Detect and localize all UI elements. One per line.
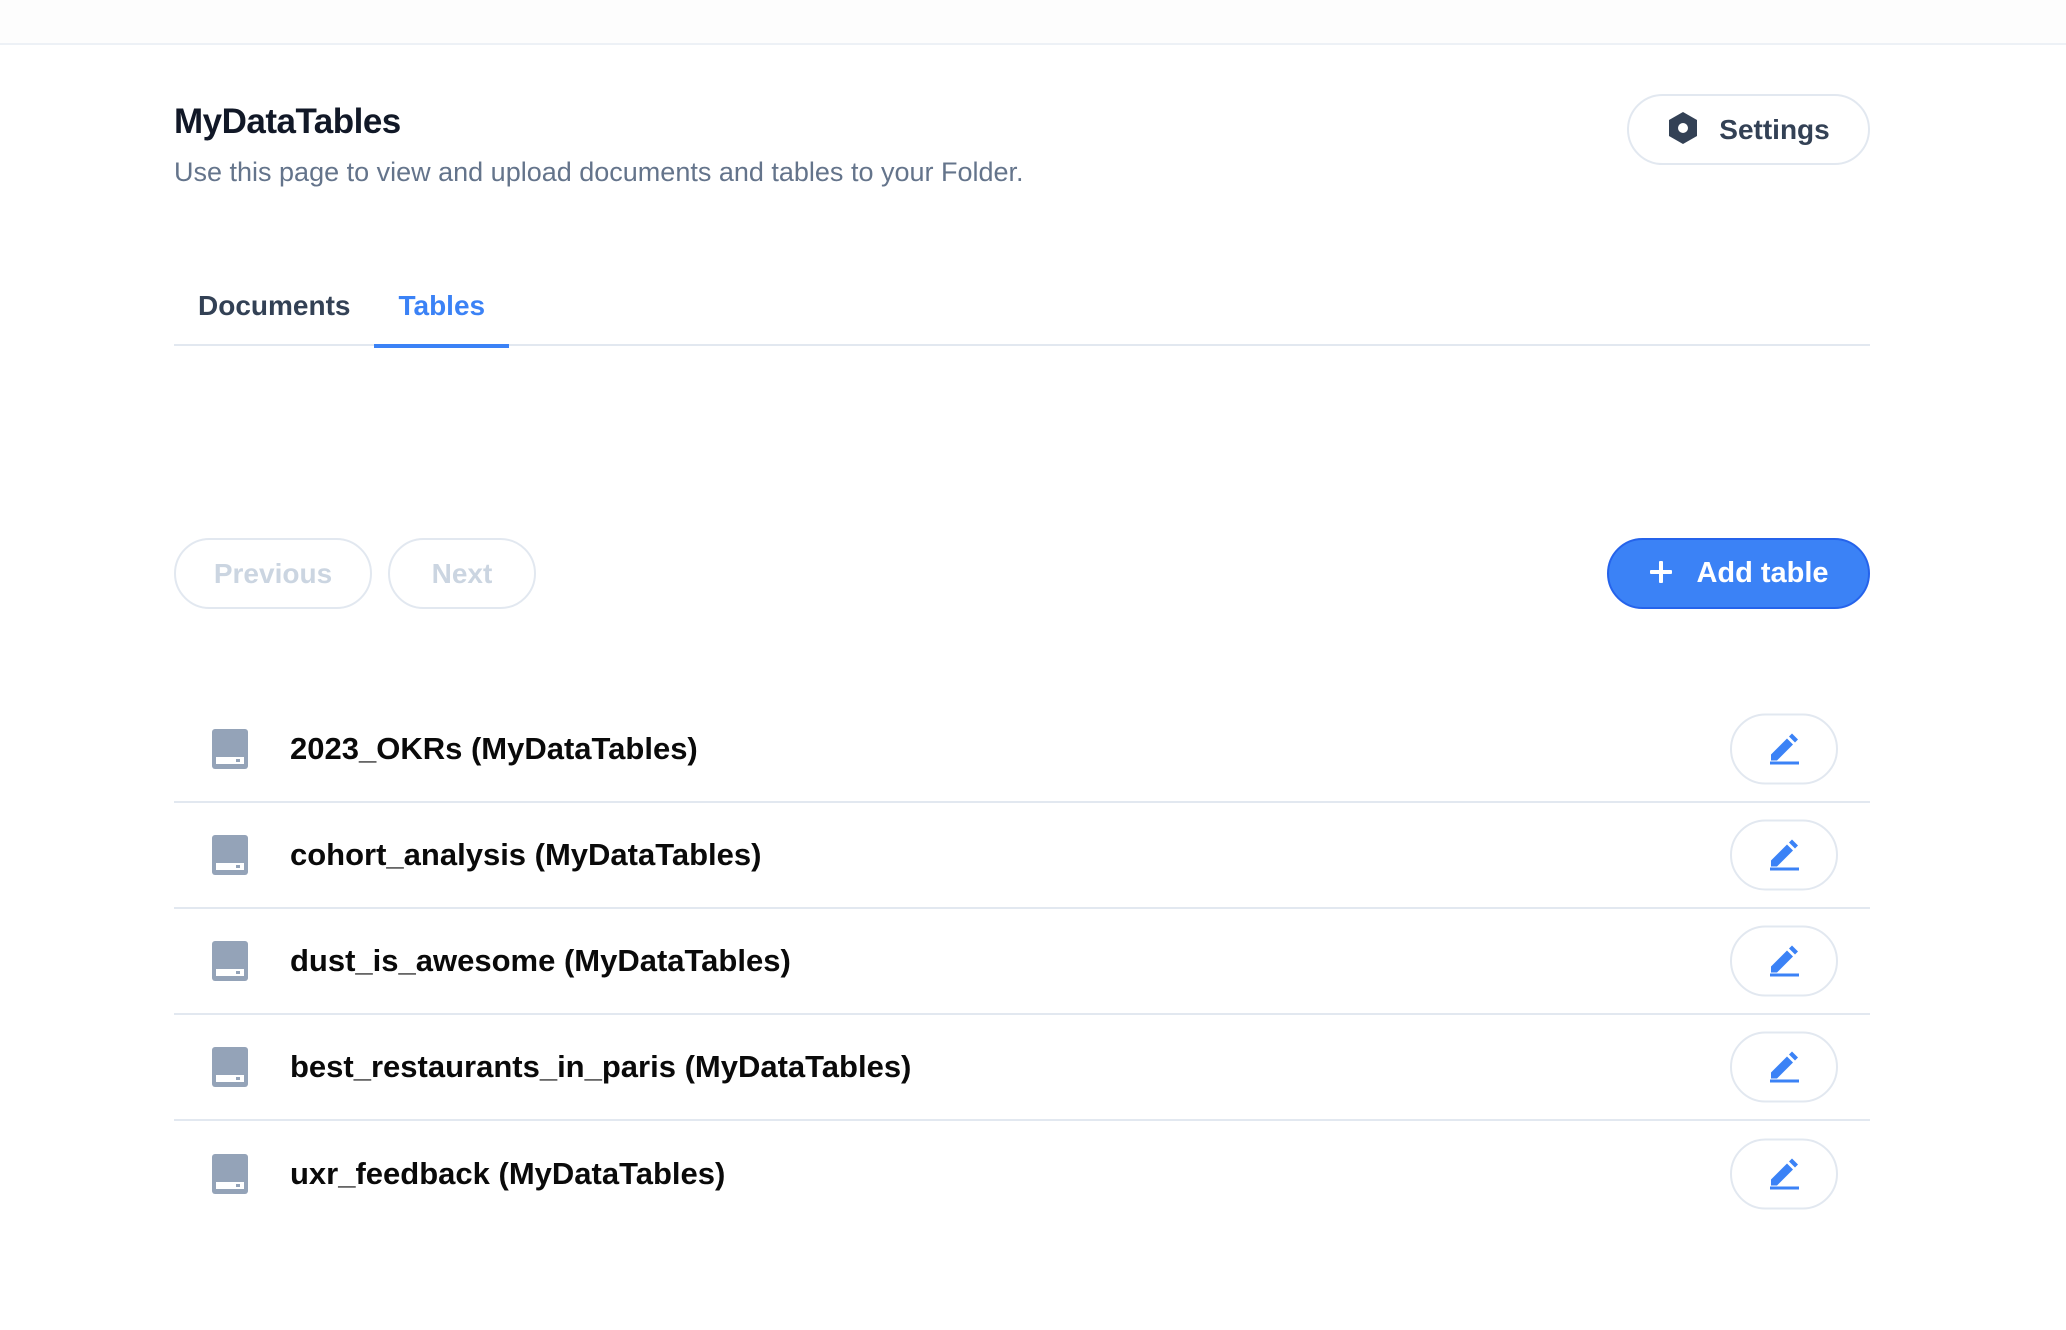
- pencil-icon: [1767, 731, 1801, 768]
- pencil-icon: [1767, 1156, 1801, 1193]
- add-table-button[interactable]: Add table: [1607, 538, 1870, 609]
- previous-button[interactable]: Previous: [174, 538, 372, 609]
- tab-documents[interactable]: Documents: [174, 266, 374, 346]
- next-button[interactable]: Next: [388, 538, 536, 609]
- pencil-icon: [1767, 943, 1801, 980]
- table-row[interactable]: best_restaurants_in_paris (MyDataTables): [174, 1015, 1870, 1121]
- table-name[interactable]: uxr_feedback (MyDataTables): [290, 1156, 725, 1192]
- table-drive-icon: [212, 729, 248, 769]
- edit-table-button[interactable]: [1730, 925, 1838, 997]
- tables-list: 2023_OKRs (MyDataTables) cohort_analysis…: [174, 697, 1870, 1227]
- table-drive-icon: [212, 1154, 248, 1194]
- table-name[interactable]: 2023_OKRs (MyDataTables): [290, 731, 698, 767]
- tab-bar: Documents Tables: [174, 266, 1870, 348]
- settings-label: Settings: [1719, 113, 1830, 145]
- table-drive-icon: [212, 1047, 248, 1087]
- settings-button[interactable]: Settings: [1627, 94, 1870, 165]
- table-row[interactable]: uxr_feedback (MyDataTables): [174, 1121, 1870, 1227]
- table-row[interactable]: dust_is_awesome (MyDataTables): [174, 909, 1870, 1015]
- table-row[interactable]: cohort_analysis (MyDataTables): [174, 803, 1870, 909]
- edit-table-button[interactable]: [1730, 713, 1838, 785]
- table-name[interactable]: best_restaurants_in_paris (MyDataTables): [290, 1049, 911, 1085]
- page-header: MyDataTables Use this page to view and u…: [174, 96, 1174, 192]
- table-drive-icon: [212, 941, 248, 981]
- hexagon-nut-icon: [1667, 111, 1699, 148]
- edit-table-button[interactable]: [1730, 819, 1838, 891]
- edit-table-button[interactable]: [1730, 1031, 1838, 1103]
- plus-icon: [1648, 559, 1674, 588]
- table-drive-icon: [212, 835, 248, 875]
- pencil-icon: [1767, 837, 1801, 874]
- page-subtitle: Use this page to view and upload documen…: [174, 157, 1024, 187]
- tab-tables[interactable]: Tables: [374, 266, 509, 348]
- add-table-label: Add table: [1696, 557, 1829, 589]
- page-title: MyDataTables: [174, 102, 401, 141]
- edit-table-button[interactable]: [1730, 1138, 1838, 1210]
- table-name[interactable]: cohort_analysis (MyDataTables): [290, 837, 761, 873]
- table-name[interactable]: dust_is_awesome (MyDataTables): [290, 943, 791, 979]
- pencil-icon: [1767, 1049, 1801, 1086]
- top-bar: [0, 0, 2066, 45]
- table-row[interactable]: 2023_OKRs (MyDataTables): [174, 697, 1870, 803]
